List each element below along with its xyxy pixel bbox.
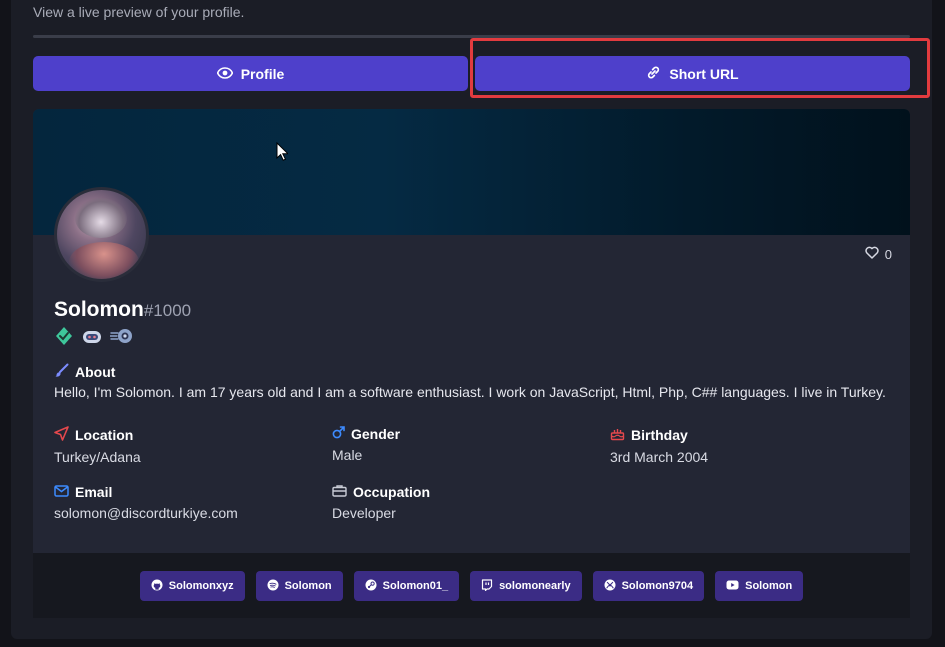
occupation-label: Occupation — [353, 484, 431, 500]
divider — [33, 35, 910, 38]
like-counter[interactable]: 0 — [865, 246, 892, 262]
occupation-value: Developer — [332, 505, 396, 521]
social-twitch-label: solomonearly — [499, 580, 571, 592]
spotify-icon — [267, 579, 279, 594]
username: Solomon — [54, 298, 144, 321]
badge-row — [54, 326, 134, 351]
location-arrow-icon — [54, 426, 69, 444]
social-twitch-button[interactable]: solomonearly — [470, 571, 582, 601]
social-steam-button[interactable]: Solomon01_ — [353, 571, 460, 601]
short-url-tab-label: Short URL — [669, 65, 739, 82]
social-steam-label: Solomon01_ — [382, 580, 449, 592]
youtube-icon — [726, 580, 739, 593]
verified-badge-icon — [54, 326, 74, 351]
gender-field: Gender Male — [332, 426, 400, 463]
birthday-value: 3rd March 2004 — [610, 449, 709, 465]
social-youtube-button[interactable]: Solomon — [715, 571, 804, 601]
robot-badge-icon — [81, 327, 103, 350]
steam-icon — [365, 579, 377, 594]
discriminator: #1000 — [143, 301, 192, 320]
social-github-button[interactable]: Solomonxyz — [139, 571, 245, 601]
location-label: Location — [75, 427, 134, 443]
about-text: Hello, I'm Solomon. I am 17 years old an… — [54, 384, 886, 400]
avatar — [54, 187, 149, 282]
xbox-icon — [604, 579, 616, 594]
profile-banner — [33, 109, 910, 235]
social-xbox-label: Solomon9704 — [621, 580, 694, 592]
email-value: solomon@discordturkiye.com — [54, 505, 238, 521]
eye-icon — [216, 66, 233, 82]
github-icon — [151, 579, 163, 594]
birthday-label: Birthday — [631, 427, 688, 443]
email-label: Email — [75, 484, 113, 500]
mouse-cursor-icon — [276, 141, 290, 166]
social-xbox-button[interactable]: Solomon9704 — [592, 571, 705, 601]
cake-icon — [610, 426, 625, 444]
occupation-field: Occupation Developer — [332, 484, 430, 521]
link-icon — [646, 65, 661, 83]
social-spotify-label: Solomon — [284, 580, 332, 592]
profile-card: 0 Solomon#1000 About Hello, I'm Solomon.… — [33, 109, 910, 618]
social-spotify-button[interactable]: Solomon — [255, 571, 343, 601]
heart-icon — [865, 246, 879, 262]
like-count: 0 — [884, 246, 892, 262]
social-links-footer: Solomonxyz Solomon Solomon01_ solomonear… — [33, 553, 910, 618]
gender-label: Gender — [351, 426, 401, 442]
about-label: About — [75, 364, 116, 380]
panel-subtitle: View a live preview of your profile. — [33, 4, 245, 20]
social-youtube-label: Solomon — [745, 580, 793, 592]
short-url-tab-button[interactable]: Short URL — [475, 56, 910, 91]
twitch-icon — [481, 578, 493, 594]
profile-username: Solomon#1000 — [54, 298, 191, 322]
about-heading: About — [54, 363, 115, 381]
nitro-badge-icon — [109, 328, 134, 349]
birthday-field: Birthday 3rd March 2004 — [610, 426, 708, 465]
location-field: Location Turkey/Adana — [54, 426, 141, 465]
briefcase-icon — [332, 484, 347, 500]
profile-tab-label: Profile — [240, 65, 285, 82]
envelope-icon — [54, 484, 69, 500]
male-icon — [332, 426, 345, 442]
email-field: Email solomon@discordturkiye.com — [54, 484, 238, 521]
brush-icon — [54, 363, 69, 381]
profile-tab-button[interactable]: Profile — [33, 56, 468, 91]
location-value: Turkey/Adana — [54, 449, 141, 465]
social-github-label: Solomonxyz — [168, 580, 234, 592]
gender-value: Male — [332, 447, 363, 463]
